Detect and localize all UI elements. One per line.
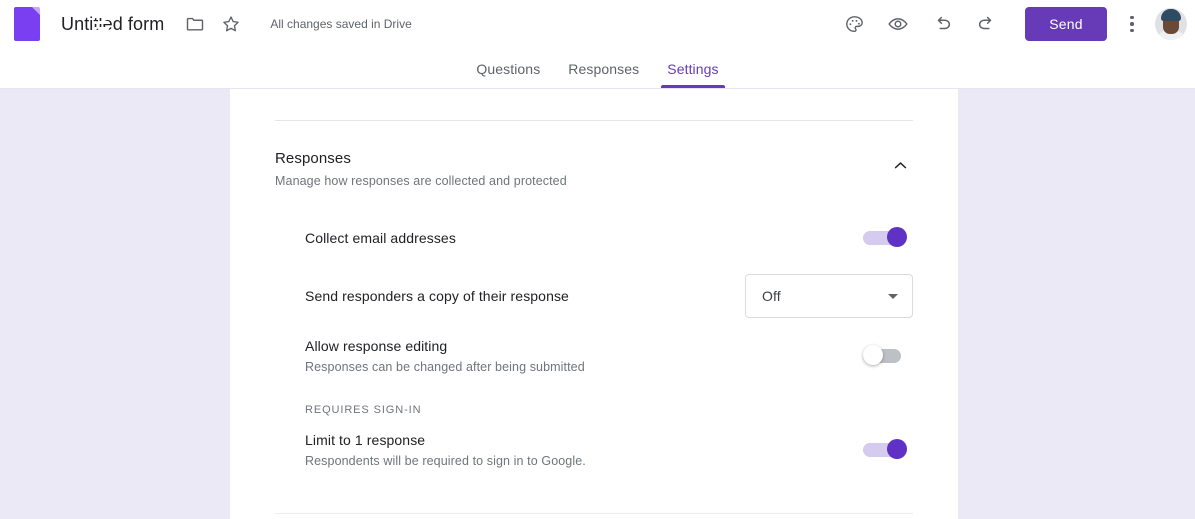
setting-label-limit-response: Limit to 1 response — [305, 432, 426, 448]
tab-responses[interactable]: Responses — [554, 61, 653, 88]
chevron-down-icon — [888, 293, 898, 299]
palette-icon[interactable] — [837, 7, 871, 41]
save-status-text: All changes saved in Drive — [270, 17, 412, 31]
folder-icon[interactable] — [178, 7, 212, 41]
more-vertical-icon[interactable] — [1117, 7, 1147, 41]
dropdown-send-copy-value: Off — [762, 288, 781, 304]
chevron-up-icon[interactable] — [887, 152, 913, 178]
redo-icon[interactable] — [969, 7, 1003, 41]
tab-questions[interactable]: Questions — [462, 61, 554, 88]
settings-card: Responses Manage how responses are colle… — [230, 89, 958, 519]
toggle-knob — [887, 227, 907, 247]
undo-icon[interactable] — [925, 7, 959, 41]
settings-canvas: Responses Manage how responses are colle… — [0, 89, 1195, 519]
top-app-bar: Untitled form All changes saved in Drive — [0, 0, 1195, 48]
topbar-actions: Send — [827, 7, 1195, 41]
requires-signin-group-label: REQUIRES SIGN-IN — [305, 404, 422, 416]
section-divider-bottom — [275, 513, 913, 514]
setting-label-collect-email: Collect email addresses — [305, 230, 456, 246]
tab-settings[interactable]: Settings — [653, 61, 732, 88]
setting-label-send-copy: Send responders a copy of their response — [305, 288, 569, 304]
setting-sublabel-limit-response: Respondents will be required to sign in … — [305, 454, 586, 468]
eye-icon[interactable] — [881, 7, 915, 41]
account-avatar[interactable] — [1155, 8, 1187, 40]
responses-section: Responses Manage how responses are colle… — [230, 121, 958, 188]
dropdown-send-copy[interactable]: Off — [745, 274, 913, 318]
responses-section-subtitle: Manage how responses are collected and p… — [275, 174, 567, 188]
toggle-limit-response[interactable] — [863, 439, 909, 461]
setting-row-collect-email: Collect email addresses — [305, 216, 913, 260]
setting-label-allow-editing: Allow response editing — [305, 338, 448, 354]
setting-row-send-copy: Send responders a copy of their response… — [305, 270, 913, 322]
setting-row-allow-editing: Allow response editing Responses can be … — [305, 334, 913, 378]
responses-section-title: Responses — [275, 150, 351, 167]
send-button[interactable]: Send — [1025, 7, 1107, 41]
toggle-knob — [887, 439, 907, 459]
star-icon[interactable] — [214, 7, 248, 41]
form-tabs: Questions Responses Settings — [0, 48, 1195, 89]
responses-section-header[interactable]: Responses Manage how responses are colle… — [275, 121, 913, 188]
responses-settings-list: Collect email addresses Send responders … — [230, 216, 958, 472]
google-forms-icon[interactable] — [14, 7, 109, 41]
setting-row-limit-response: Limit to 1 response Respondents will be … — [305, 428, 913, 472]
setting-sublabel-allow-editing: Responses can be changed after being sub… — [305, 360, 585, 374]
toggle-knob — [863, 345, 883, 365]
toggle-allow-editing[interactable] — [863, 345, 909, 367]
forms-logo-lines — [19, 15, 154, 30]
toggle-collect-email[interactable] — [863, 227, 909, 249]
